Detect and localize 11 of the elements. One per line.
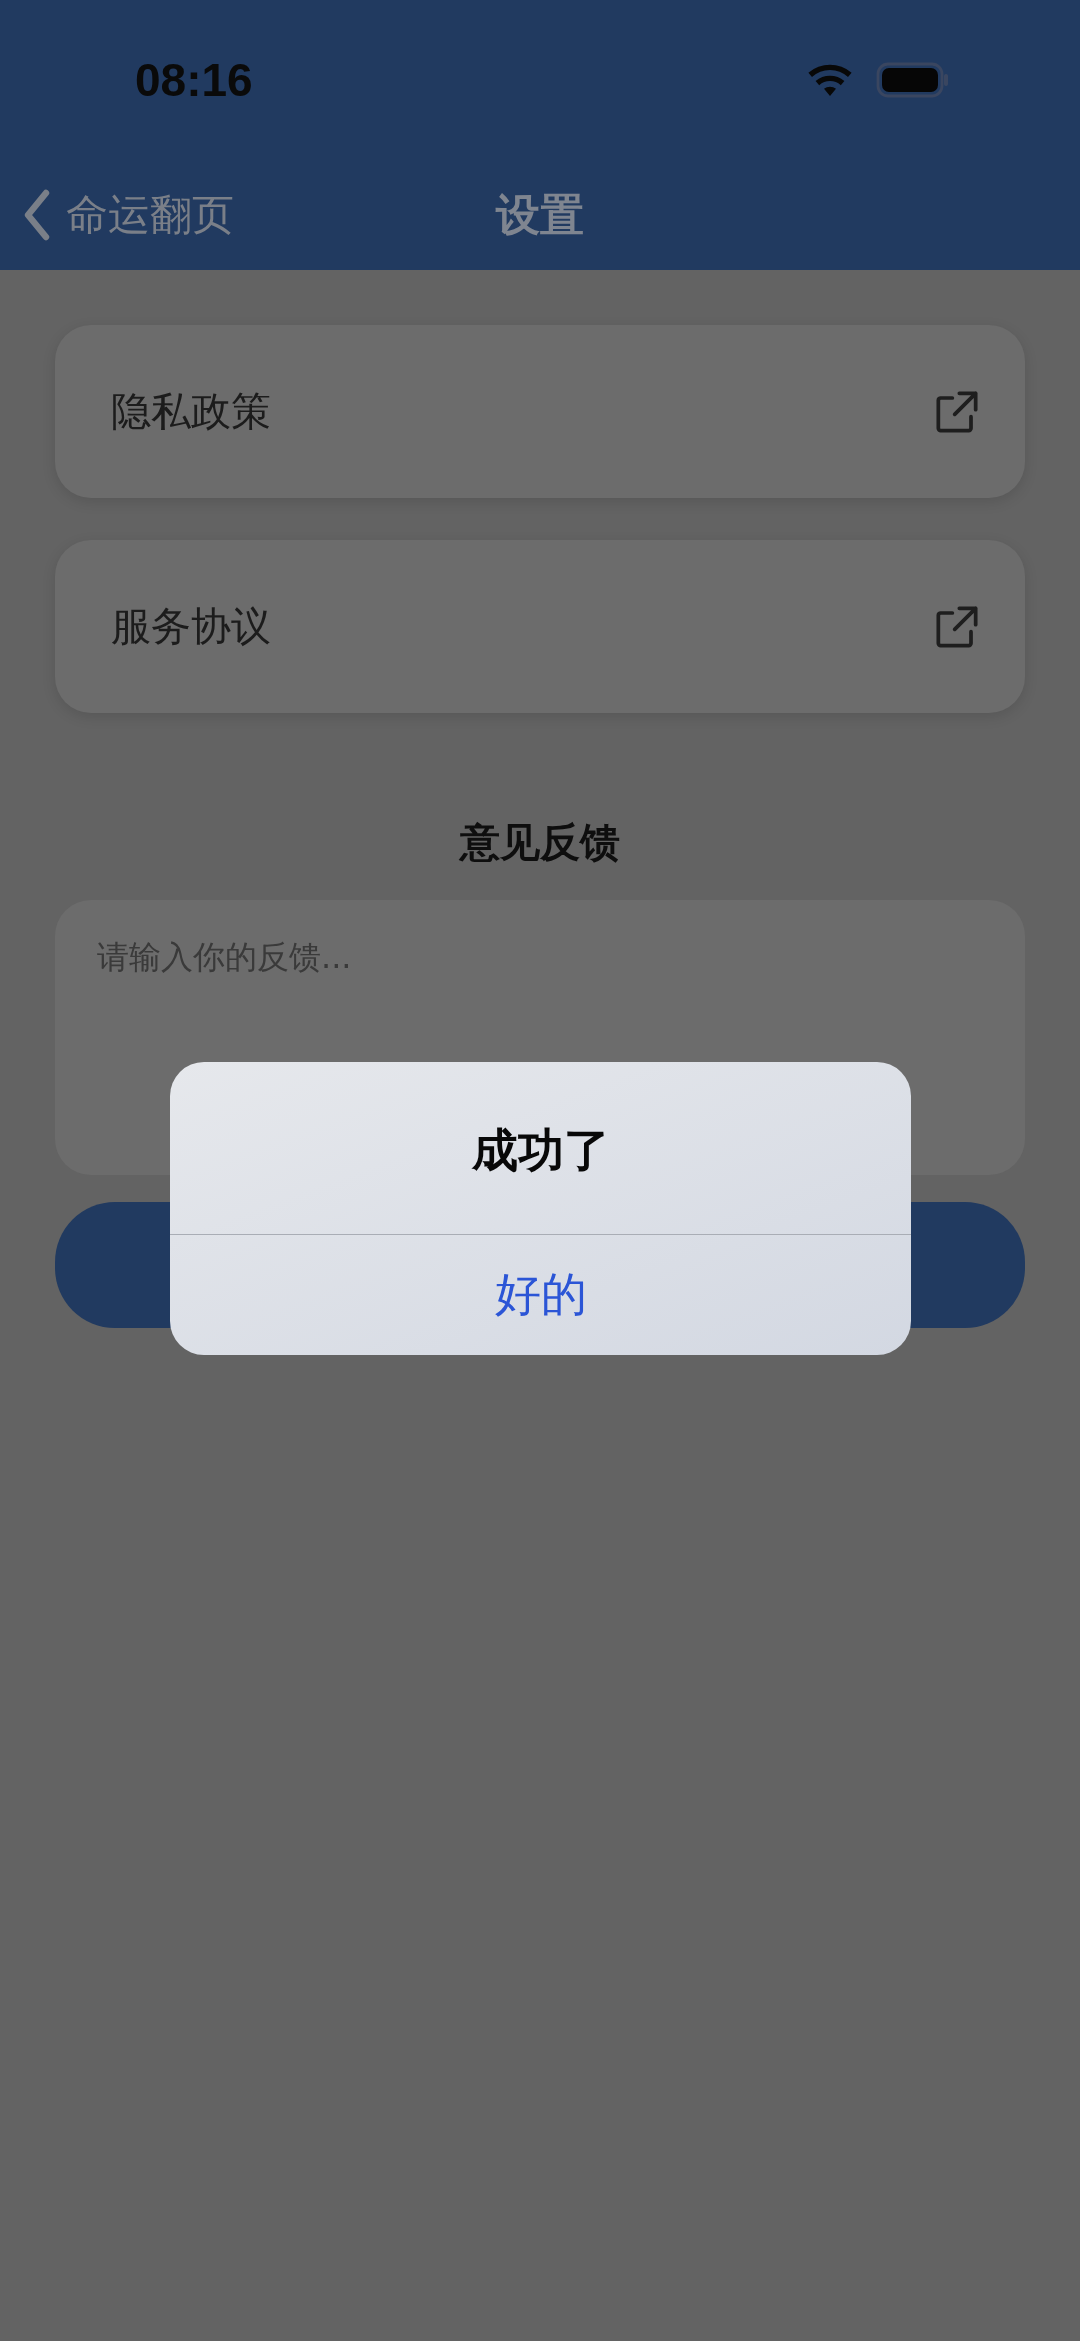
status-time: 08:16 <box>135 53 253 107</box>
back-chevron-icon <box>22 189 52 241</box>
wifi-icon <box>806 62 854 98</box>
settings-link-row[interactable]: 隐私政策 <box>55 325 1025 498</box>
back-button[interactable]: 命运翻页 <box>22 187 234 243</box>
battery-icon <box>876 62 950 98</box>
settings-link-row[interactable]: 服务协议 <box>55 540 1025 713</box>
alert-title: 成功了 <box>170 1062 911 1235</box>
ok-button[interactable]: 好的 <box>170 1235 911 1355</box>
page-title: 设置 <box>496 187 584 242</box>
section-heading: 意见反馈 <box>458 818 621 867</box>
